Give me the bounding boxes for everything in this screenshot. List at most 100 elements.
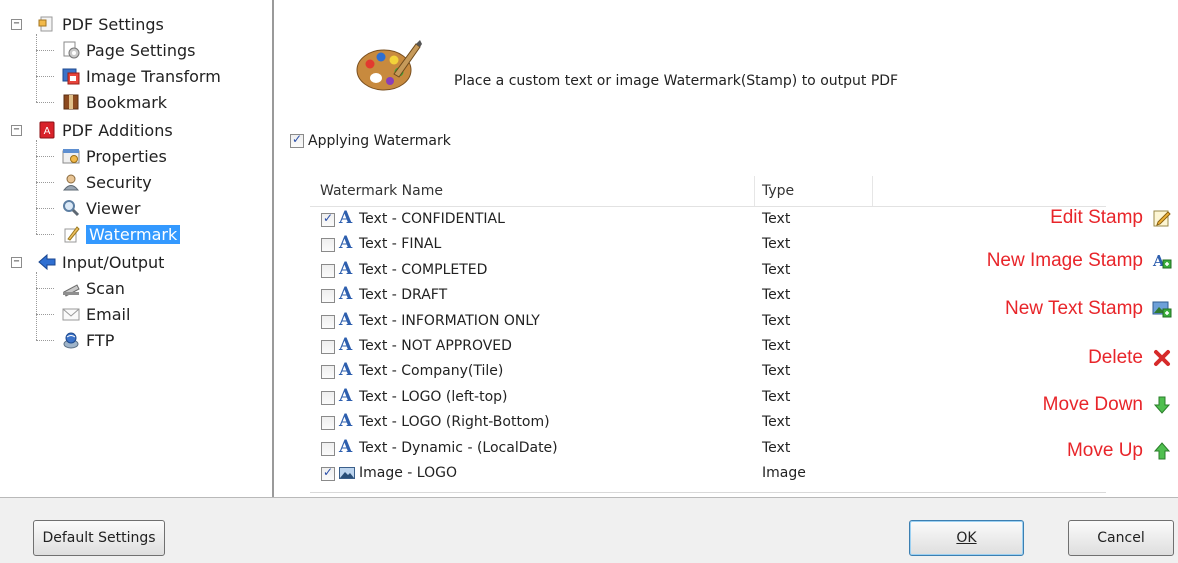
collapse-pdf-settings-icon[interactable]: − bbox=[11, 19, 22, 30]
table-header: Watermark Name Type bbox=[310, 176, 1106, 207]
checkbox[interactable] bbox=[321, 390, 335, 405]
properties-icon bbox=[62, 147, 80, 165]
checkbox[interactable] bbox=[321, 339, 335, 354]
move-up-icon bbox=[1152, 441, 1172, 461]
image-transform-icon bbox=[62, 67, 80, 85]
ftp-icon bbox=[62, 331, 80, 349]
tree-item-label: Image Transform bbox=[86, 66, 221, 86]
checkbox[interactable] bbox=[321, 211, 335, 227]
row-checkbox[interactable] bbox=[321, 314, 335, 333]
checkbox[interactable] bbox=[321, 365, 335, 380]
row-checkbox[interactable] bbox=[321, 263, 335, 282]
new-text-stamp-button[interactable]: New Text Stamp bbox=[1005, 298, 1172, 320]
watermark-type: Text bbox=[762, 414, 791, 431]
edit-stamp-icon bbox=[1152, 208, 1172, 228]
tree-line bbox=[36, 208, 54, 209]
checkbox[interactable] bbox=[290, 132, 304, 148]
checkbox[interactable] bbox=[321, 416, 335, 431]
row-checkbox[interactable] bbox=[321, 390, 335, 409]
checkbox[interactable] bbox=[321, 465, 335, 481]
collapse-input-output-icon[interactable]: − bbox=[11, 257, 22, 268]
watermark-name: Text - COMPLETED bbox=[359, 261, 488, 278]
row-checkbox[interactable] bbox=[321, 416, 335, 434]
table-row[interactable]: A Text - Company(Tile) Text bbox=[310, 359, 1106, 384]
delete-icon bbox=[1152, 348, 1172, 368]
checkbox[interactable] bbox=[321, 314, 335, 329]
tree-item-email[interactable]: Email bbox=[62, 301, 130, 327]
tree-item-pdf-additions[interactable]: A PDF Additions bbox=[38, 117, 173, 143]
tree-line bbox=[36, 182, 54, 183]
tree-item-bookmark[interactable]: Bookmark bbox=[62, 89, 167, 115]
watermark-panel: Place a custom text or image Watermark(S… bbox=[274, 0, 1178, 497]
text-icon: A bbox=[339, 360, 353, 381]
new-image-stamp-button[interactable]: New Image Stamp A bbox=[987, 250, 1172, 272]
edit-stamp-button[interactable]: Edit Stamp bbox=[1050, 207, 1172, 229]
tree-item-label: Input/Output bbox=[62, 252, 165, 272]
watermark-icon bbox=[62, 225, 80, 243]
table-row[interactable]: A Text - LOGO (left-top) Text bbox=[310, 385, 1106, 410]
table-row[interactable]: A Text - INFORMATION ONLY Text bbox=[310, 309, 1106, 334]
checkbox[interactable] bbox=[321, 289, 335, 304]
move-down-button[interactable]: Move Down bbox=[1043, 394, 1172, 416]
checkbox[interactable] bbox=[321, 441, 335, 456]
watermark-name: Text - INFORMATION ONLY bbox=[359, 312, 540, 329]
tree-item-label: FTP bbox=[86, 330, 115, 350]
tree-line bbox=[36, 272, 37, 340]
watermark-type: Text bbox=[762, 363, 791, 380]
table-row[interactable]: A Text - LOGO (Right-Bottom) Text bbox=[310, 410, 1106, 435]
text-icon: A bbox=[339, 309, 353, 330]
tree-item-label: Bookmark bbox=[86, 92, 168, 112]
column-header-type[interactable]: Type bbox=[762, 183, 794, 199]
row-checkbox[interactable] bbox=[321, 441, 335, 460]
watermark-name: Text - CONFIDENTIAL bbox=[359, 211, 505, 227]
tree-item-image-transform[interactable]: Image Transform bbox=[62, 63, 221, 89]
tree-item-security[interactable]: Security bbox=[62, 169, 152, 195]
row-checkbox[interactable] bbox=[321, 339, 335, 358]
tree-item-scan[interactable]: Scan bbox=[62, 275, 125, 301]
tree-item-label: Scan bbox=[86, 278, 125, 298]
watermark-name: Image - LOGO bbox=[359, 464, 457, 481]
tree-item-label: Properties bbox=[86, 146, 167, 166]
svg-text:A: A bbox=[44, 126, 51, 137]
tree-item-pdf-settings[interactable]: PDF Settings bbox=[38, 11, 164, 37]
table-row[interactable]: Image - LOGO Image bbox=[310, 461, 1106, 486]
scan-icon bbox=[62, 279, 80, 297]
tree-item-properties[interactable]: Properties bbox=[62, 143, 167, 169]
default-settings-button[interactable]: Default Settings bbox=[33, 520, 165, 556]
row-checkbox[interactable] bbox=[321, 465, 335, 485]
column-header-watermark-name[interactable]: Watermark Name bbox=[320, 183, 443, 199]
collapse-pdf-additions-icon[interactable]: − bbox=[11, 125, 22, 136]
image-icon bbox=[339, 463, 355, 481]
cancel-button[interactable]: Cancel bbox=[1068, 520, 1174, 556]
row-checkbox[interactable] bbox=[321, 238, 335, 256]
tree-item-ftp[interactable]: FTP bbox=[62, 327, 114, 353]
table-row[interactable]: A Text - NOT APPROVED Text bbox=[310, 334, 1106, 359]
palette-icon bbox=[354, 38, 422, 94]
pdf-additions-icon: A bbox=[38, 121, 56, 139]
checkbox[interactable] bbox=[321, 263, 335, 278]
tree-item-input-output[interactable]: Input/Output bbox=[38, 249, 164, 275]
tree-item-viewer[interactable]: Viewer bbox=[62, 195, 140, 221]
page-description: Place a custom text or image Watermark(S… bbox=[454, 73, 899, 89]
tree-line bbox=[36, 34, 37, 102]
move-up-button[interactable]: Move Up bbox=[1067, 440, 1172, 462]
delete-button[interactable]: Delete bbox=[1088, 347, 1172, 369]
tree-item-page-settings[interactable]: Page Settings bbox=[62, 37, 195, 63]
ok-button[interactable]: OK bbox=[909, 520, 1024, 556]
viewer-icon bbox=[62, 199, 80, 217]
tree-item-watermark[interactable]: Watermark bbox=[62, 221, 181, 247]
row-checkbox[interactable] bbox=[321, 289, 335, 307]
table-body: A Text - CONFIDENTIAL Text A Text - FINAL Tex… bbox=[310, 207, 1106, 486]
text-icon: A bbox=[339, 436, 353, 457]
watermark-name: Text - NOT APPROVED bbox=[359, 337, 512, 354]
tree-item-label: PDF Additions bbox=[62, 120, 173, 140]
row-checkbox[interactable] bbox=[321, 211, 335, 231]
table-row[interactable]: A Text - Dynamic - (LocalDate) Text bbox=[310, 436, 1106, 461]
table-row[interactable]: A Text - CONFIDENTIAL Text bbox=[310, 207, 1106, 232]
checkbox[interactable] bbox=[321, 238, 335, 253]
tree-item-label: Viewer bbox=[86, 198, 141, 218]
row-checkbox[interactable] bbox=[321, 365, 335, 383]
applying-watermark-checkbox[interactable]: Applying Watermark bbox=[290, 132, 451, 149]
table-row[interactable]: A Text - DRAFT Text bbox=[310, 283, 1106, 308]
column-separator bbox=[754, 176, 755, 206]
